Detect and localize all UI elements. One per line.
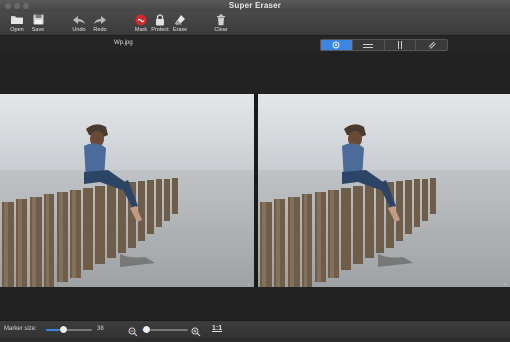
- result-photo: [258, 94, 510, 287]
- original-image-pane[interactable]: ●: [0, 94, 254, 287]
- status-bar: Marker size: 38 1:1: [0, 320, 510, 338]
- erase-label: Erase: [172, 27, 188, 33]
- diagonal-split-icon: [428, 40, 436, 50]
- zoom-in-icon[interactable]: [191, 324, 201, 337]
- view-mode-horizontal-split-button[interactable]: [352, 40, 385, 50]
- mark-label: Mark: [134, 27, 148, 33]
- save-label: Save: [31, 27, 45, 33]
- erase-button[interactable]: Erase: [167, 13, 193, 35]
- vertical-split-icon: [397, 40, 403, 50]
- actual-size-button[interactable]: 1:1: [212, 325, 222, 332]
- save-button[interactable]: Save: [25, 13, 51, 35]
- marker-size-slider-thumb[interactable]: [59, 326, 67, 333]
- clear-button[interactable]: Clear: [208, 13, 234, 35]
- photo-watermark: ●: [248, 282, 250, 286]
- undo-label: Undo: [72, 27, 86, 33]
- horizontal-split-icon: [363, 40, 374, 50]
- file-bar: Wp.jpg: [0, 36, 510, 52]
- marker-size-value: 38: [97, 326, 104, 332]
- eraser-icon: [172, 13, 188, 26]
- undo-arrow-icon: [71, 13, 87, 26]
- floppy-icon: [30, 13, 46, 26]
- view-mode-segmented-control: [320, 39, 448, 51]
- redo-button[interactable]: Redo: [87, 13, 113, 35]
- open-label: Open: [10, 27, 24, 33]
- toolbar: Open Save Undo Redo Mark Protect Erase C…: [0, 12, 510, 36]
- view-mode-original-button[interactable]: [321, 40, 353, 50]
- result-image-pane[interactable]: ●: [258, 94, 510, 287]
- target-icon: [332, 40, 340, 50]
- redo-label: Redo: [93, 27, 107, 33]
- file-name: Wp.jpg: [114, 40, 133, 46]
- original-photo: [0, 94, 254, 287]
- window-title: Super Eraser: [228, 1, 282, 10]
- zoom-slider-thumb[interactable]: [143, 326, 151, 333]
- lock-icon: [152, 13, 168, 26]
- app-window: Super Eraser Open Save Undo Redo Mark Pr…: [0, 0, 510, 338]
- trash-icon: [213, 13, 229, 26]
- marker-size-slider[interactable]: [46, 326, 92, 333]
- zoom-slider[interactable]: [142, 326, 188, 333]
- folder-icon: [9, 13, 25, 26]
- image-canvas[interactable]: ● ●: [0, 52, 510, 320]
- marker-size-label: Marker size:: [4, 326, 37, 332]
- clear-label: Clear: [214, 27, 228, 33]
- redo-arrow-icon: [92, 13, 108, 26]
- zoom-out-icon[interactable]: [128, 324, 138, 337]
- view-mode-diagonal-split-button[interactable]: [416, 40, 447, 50]
- photo-watermark-result: ●: [504, 282, 506, 286]
- view-mode-vertical-split-button[interactable]: [384, 40, 417, 50]
